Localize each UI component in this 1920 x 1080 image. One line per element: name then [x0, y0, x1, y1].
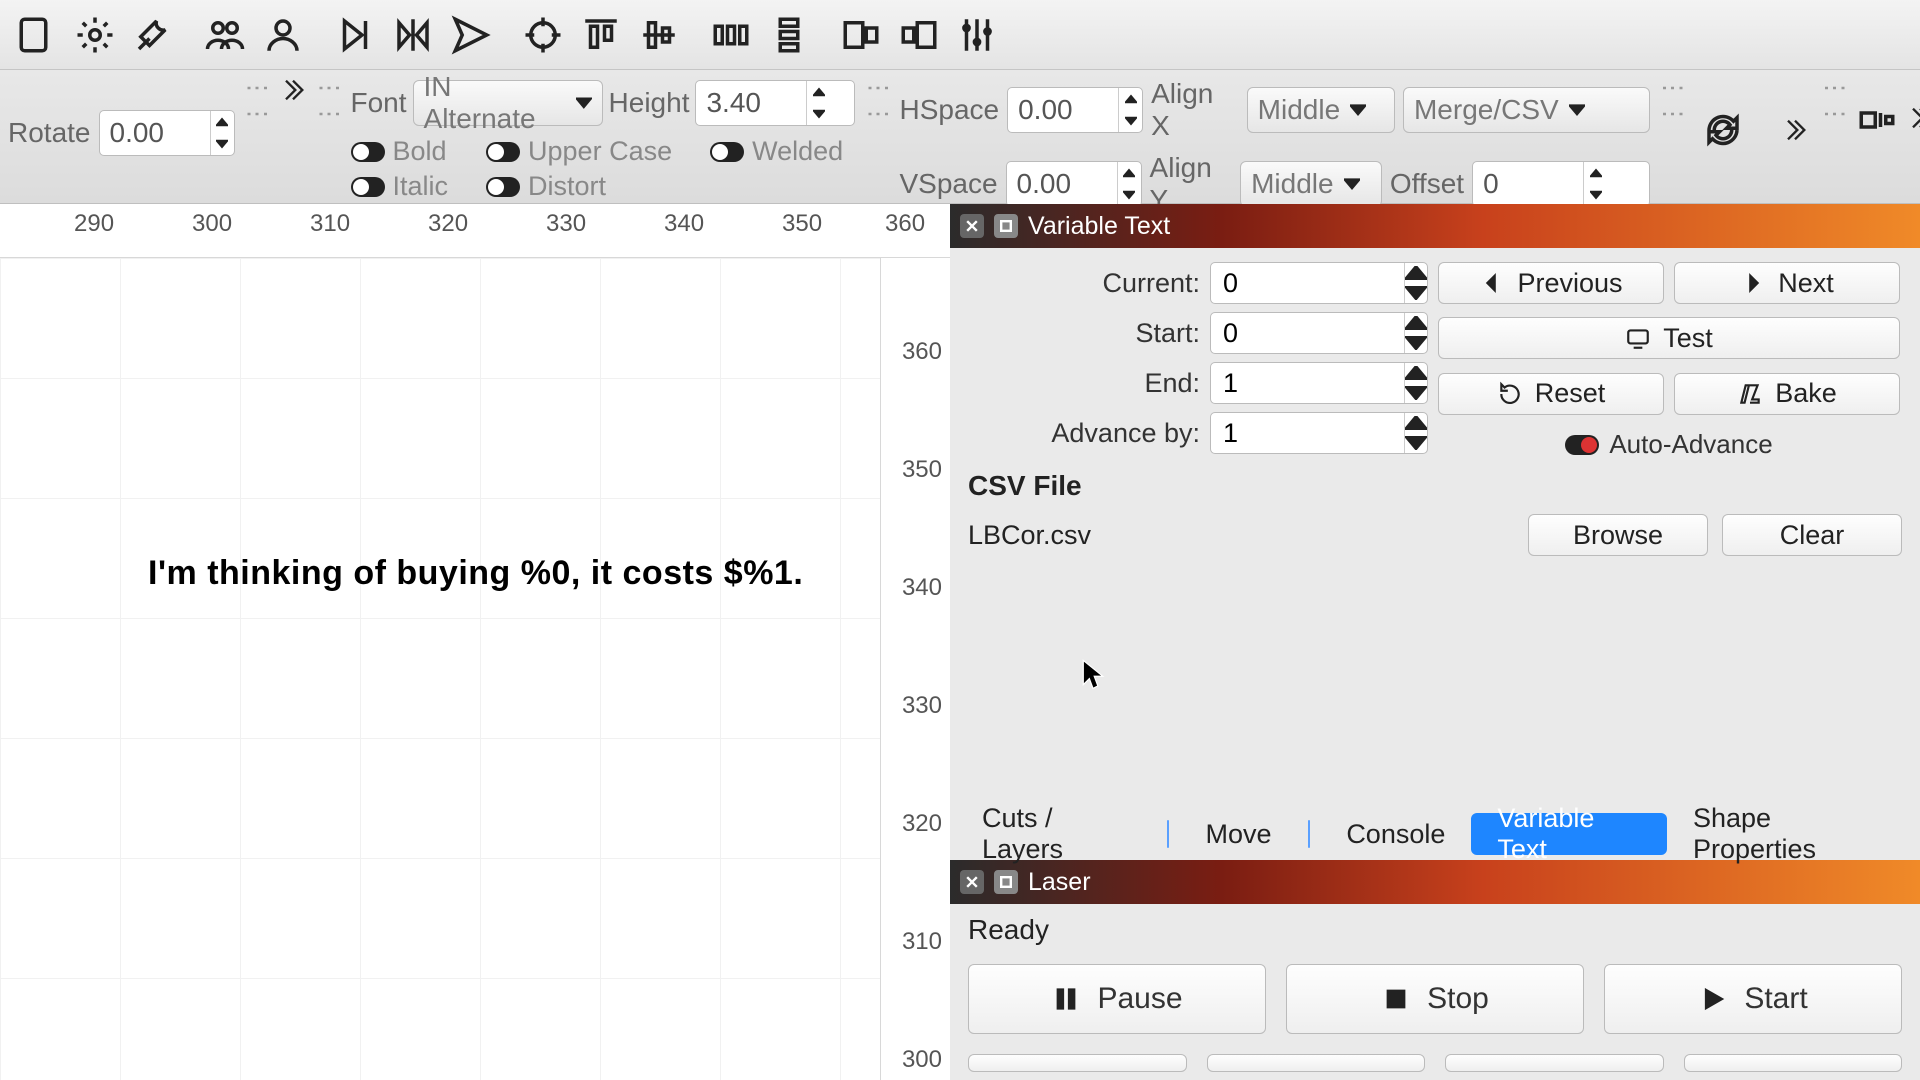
panel-tabs: Cuts / Layers Move Console Variable Text… [950, 808, 1920, 860]
variable-text-panel: Current: Start: End: Advance by: [950, 248, 1920, 860]
separator-dots: ⋮⋮ [1658, 76, 1686, 128]
dock-icon[interactable] [994, 870, 1018, 894]
laser-panel: Ready Pause Stop Start [950, 904, 1920, 1080]
expand-right-icon[interactable] [279, 76, 307, 104]
current-label: Current: [968, 268, 1200, 299]
offset-input[interactable] [1472, 161, 1650, 207]
italic-toggle[interactable]: Italic [351, 171, 449, 202]
stop-button[interactable]: Stop [1286, 964, 1584, 1034]
send-icon[interactable] [442, 5, 500, 65]
laser-option-button[interactable] [1684, 1054, 1903, 1072]
rotate-label: Rotate [8, 117, 91, 149]
start-input[interactable] [1210, 312, 1428, 354]
device-icon[interactable] [8, 5, 66, 65]
reset-button[interactable]: Reset [1438, 373, 1664, 415]
close-icon[interactable] [960, 870, 984, 894]
laser-option-button[interactable] [1207, 1054, 1426, 1072]
advance-input[interactable] [1210, 412, 1428, 454]
rotate-step-up[interactable] [211, 111, 234, 133]
height-label: Height [609, 87, 690, 119]
end-label: End: [968, 368, 1200, 399]
offset-label: Offset [1390, 168, 1464, 200]
arrange-2-icon[interactable] [890, 5, 948, 65]
bake-button[interactable]: Bake [1674, 373, 1900, 415]
align-middle-icon[interactable] [630, 5, 688, 65]
distribute-v-icon[interactable] [760, 5, 818, 65]
gear-icon[interactable] [66, 5, 124, 65]
browse-button[interactable]: Browse [1528, 514, 1708, 556]
expand-right-icon[interactable] [1906, 76, 1920, 132]
arrange-1-icon[interactable] [832, 5, 890, 65]
test-button[interactable]: Test [1438, 317, 1900, 359]
uppercase-toggle[interactable]: Upper Case [486, 136, 672, 167]
csv-file-label: CSV File [968, 470, 1902, 502]
bold-toggle[interactable]: Bold [351, 136, 449, 167]
tools-icon[interactable] [124, 5, 182, 65]
mouse-cursor [1080, 658, 1106, 692]
height-input[interactable] [695, 80, 855, 126]
separator-dots: ⋮⋮ [1820, 76, 1848, 128]
previous-button[interactable]: Previous [1438, 262, 1664, 304]
tab-variable-text[interactable]: Variable Text [1471, 813, 1667, 855]
start-button[interactable]: Start [1604, 964, 1902, 1034]
tab-console[interactable]: Console [1320, 813, 1471, 855]
users-icon[interactable] [196, 5, 254, 65]
sliders-icon[interactable] [948, 5, 1006, 65]
canvas-grid [0, 258, 880, 1080]
laser-status: Ready [968, 914, 1902, 946]
laser-option-button[interactable] [1445, 1054, 1664, 1072]
panel-title: Laser [1028, 868, 1091, 897]
vspace-label: VSpace [899, 168, 997, 200]
tab-cuts-layers[interactable]: Cuts / Layers [956, 813, 1157, 855]
welded-toggle[interactable]: Welded [710, 136, 843, 167]
pause-button[interactable]: Pause [968, 964, 1266, 1034]
user-icon[interactable] [254, 5, 312, 65]
separator-dots: ⋮⋮ [315, 76, 343, 128]
target-icon[interactable] [514, 5, 572, 65]
vertical-ruler: 360 350 340 330 320 310 300 [880, 258, 950, 1080]
font-label: Font [351, 87, 407, 119]
csv-filename: LBCor.csv [968, 520, 1514, 551]
hspace-input[interactable] [1007, 87, 1143, 133]
horizontal-ruler: 290 300 310 320 330 340 350 360 [0, 204, 950, 258]
auto-advance-toggle[interactable]: Auto-Advance [1438, 428, 1900, 462]
alignx-label: Align X [1151, 78, 1239, 142]
align-top-icon[interactable] [572, 5, 630, 65]
distribute-h-icon[interactable] [702, 5, 760, 65]
variable-text-header: Variable Text [950, 204, 1920, 248]
rotate-step-down[interactable] [211, 133, 234, 155]
separator-dots: ⋮⋮ [863, 76, 891, 128]
laser-option-button[interactable] [968, 1054, 1187, 1072]
tab-move[interactable]: Move [1179, 813, 1297, 855]
align-panel-icon[interactable] [1856, 76, 1898, 136]
rotate-input[interactable] [99, 110, 235, 156]
tab-shape-properties[interactable]: Shape Properties [1667, 813, 1914, 855]
dock-icon[interactable] [994, 214, 1018, 238]
distort-toggle[interactable]: Distort [486, 171, 672, 202]
expand-right-icon[interactable] [1778, 116, 1812, 144]
flip-h-play-icon[interactable] [326, 5, 384, 65]
canvas-area[interactable]: 290 300 310 320 330 340 350 360 360 350 … [0, 204, 950, 1080]
hspace-label: HSpace [899, 94, 999, 126]
end-input[interactable] [1210, 362, 1428, 404]
vspace-input[interactable] [1006, 161, 1142, 207]
top-toolbar [0, 0, 1920, 70]
sync-icon[interactable] [1694, 100, 1752, 160]
current-input[interactable] [1210, 262, 1428, 304]
panel-title: Variable Text [1028, 212, 1170, 241]
merge-csv-select[interactable]: Merge/CSV [1403, 87, 1650, 133]
separator-dots: ⋮⋮ [243, 76, 271, 128]
next-button[interactable]: Next [1674, 262, 1900, 304]
canvas-text-object[interactable]: I'm thinking of buying %0, it costs $%1. [148, 554, 803, 593]
advance-label: Advance by: [968, 418, 1200, 449]
laser-header: Laser [950, 860, 1920, 904]
alignx-select[interactable]: Middle [1247, 87, 1395, 133]
font-select[interactable]: IN Alternate [413, 80, 603, 126]
close-icon[interactable] [960, 214, 984, 238]
aligny-select[interactable]: Middle [1240, 161, 1382, 207]
clear-button[interactable]: Clear [1722, 514, 1902, 556]
text-options-bar: Rotate ⋮⋮ ⋮⋮ Font IN Alternate Height Bo… [0, 70, 1920, 204]
mirror-icon[interactable] [384, 5, 442, 65]
start-label: Start: [968, 318, 1200, 349]
